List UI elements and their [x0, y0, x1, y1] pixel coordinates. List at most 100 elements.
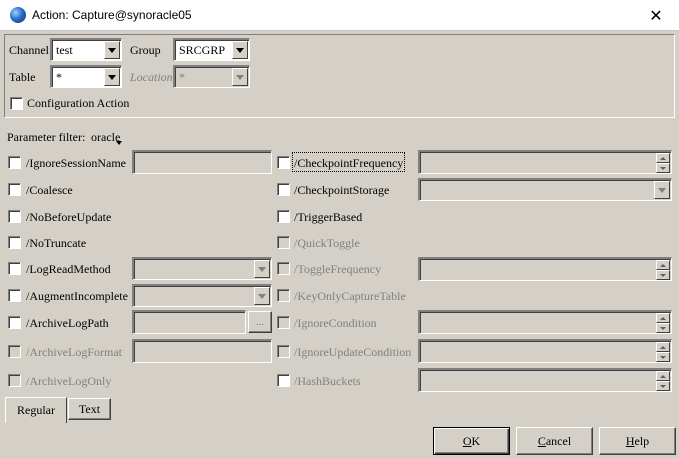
- param-label-ignoresessionname: /IgnoreSessionName: [26, 156, 126, 170]
- tab-regular[interactable]: Regular: [5, 397, 67, 423]
- ignoresessionname-input: [132, 150, 272, 174]
- togglefrequency-input: [418, 257, 672, 281]
- param-checkbox-checkpointfrequency[interactable]: [277, 156, 290, 169]
- spinner: [656, 260, 670, 280]
- param-label-checkpointstorage: /CheckpointStorage: [294, 183, 390, 197]
- close-icon[interactable]: ✕: [633, 0, 679, 31]
- archivelogpath-input: [132, 310, 246, 334]
- ok-button[interactable]: OK: [433, 427, 510, 455]
- cancel-button[interactable]: Cancel: [516, 427, 593, 455]
- param-checkbox-augmentincomplete[interactable]: [8, 289, 21, 302]
- table-select[interactable]: *: [50, 65, 122, 88]
- param-label-archivelogformat: /ArchiveLogFormat: [26, 345, 122, 359]
- help-mnemonic: H: [625, 433, 635, 448]
- param-label-archivelogpath: /ArchiveLogPath: [26, 316, 109, 330]
- param-label-keyonlycapturetable: /KeyOnlyCaptureTable: [294, 289, 406, 303]
- spinner: [656, 153, 670, 173]
- param-checkbox-ignorecondition: [277, 316, 290, 329]
- checkpointstorage-select: [418, 178, 672, 201]
- ok-mnemonic: O: [462, 433, 472, 448]
- table-value: *: [56, 70, 62, 84]
- help-button[interactable]: Help: [599, 427, 676, 455]
- group-value: SRCGRP: [179, 43, 226, 57]
- param-label-triggerbased: /TriggerBased: [294, 210, 363, 224]
- spin-up-icon: [656, 260, 670, 270]
- param-checkbox-notruncate[interactable]: [8, 236, 21, 249]
- ok-label-rest: K: [471, 433, 481, 448]
- spin-up-icon: [656, 313, 670, 323]
- chevron-down-icon: [254, 287, 270, 305]
- param-checkbox-archivelogformat: [8, 345, 21, 358]
- hashbuckets-input: [418, 368, 672, 392]
- parameter-filter-label: Parameter filter:: [7, 130, 86, 144]
- spin-down-icon: [656, 381, 670, 391]
- cancel-label-rest: ancel: [545, 433, 572, 448]
- chevron-down-icon[interactable]: [104, 68, 120, 86]
- param-label-ignorecondition: /IgnoreCondition: [294, 316, 377, 330]
- window-title: Action: Capture@synoracle05: [32, 8, 192, 22]
- param-label-nobeforeupdate: /NoBeforeUpdate: [26, 210, 112, 224]
- param-label-logreadmethod: /LogReadMethod: [26, 262, 111, 276]
- param-label-quicktoggle: /QuickToggle: [294, 236, 360, 250]
- param-checkbox-ignoresessionname[interactable]: [8, 156, 21, 169]
- param-label-ignoreupdatecondition: /IgnoreUpdateCondition: [294, 345, 412, 359]
- channel-select[interactable]: test: [50, 38, 122, 61]
- spin-down-icon: [656, 323, 670, 333]
- title-bar: Action: Capture@synoracle05 ✕: [0, 0, 679, 31]
- location-select: *: [173, 65, 250, 88]
- location-label: Location: [130, 70, 173, 84]
- spin-down-icon: [656, 352, 670, 362]
- param-label-augmentincomplete: /AugmentIncomplete: [26, 289, 128, 303]
- param-checkbox-togglefrequency: [277, 262, 290, 275]
- cancel-mnemonic: C: [537, 433, 546, 448]
- chevron-down-icon: [254, 260, 270, 278]
- spin-up-icon: [656, 153, 670, 163]
- augmentincomplete-select: [132, 284, 272, 307]
- help-label-rest: elp: [634, 433, 650, 448]
- param-checkbox-archivelogonly: [8, 374, 21, 387]
- param-checkbox-quicktoggle: [277, 236, 290, 249]
- spinner: [656, 371, 670, 391]
- checkpointfrequency-input: [418, 150, 672, 174]
- param-checkbox-keyonlycapturetable: [277, 289, 290, 302]
- param-label-coalesce: /Coalesce: [26, 183, 73, 197]
- browse-button: ...: [248, 311, 272, 333]
- configuration-action-label: Configuration Action: [27, 96, 130, 110]
- spin-up-icon: [656, 371, 670, 381]
- param-label-togglefrequency: /ToggleFrequency: [294, 262, 382, 276]
- ignorecondition-input: [418, 310, 672, 334]
- param-checkbox-ignoreupdatecondition: [277, 345, 290, 358]
- param-checkbox-nobeforeupdate[interactable]: [8, 210, 21, 223]
- tab-text[interactable]: Text: [68, 398, 111, 420]
- chevron-down-icon: [654, 181, 670, 199]
- param-label-notruncate: /NoTruncate: [26, 236, 87, 250]
- param-label-checkpointfrequency: /CheckpointFrequency: [294, 156, 404, 170]
- spin-down-icon: [656, 270, 670, 280]
- table-label: Table: [9, 70, 36, 84]
- location-value: *: [179, 70, 185, 84]
- archivelogformat-input: [132, 339, 272, 363]
- param-checkbox-checkpointstorage[interactable]: [277, 183, 290, 196]
- param-checkbox-coalesce[interactable]: [8, 183, 21, 196]
- spin-up-icon: [656, 342, 670, 352]
- group-label: Group: [130, 43, 161, 57]
- logreadmethod-select: [132, 257, 272, 280]
- filter-dropdown-icon[interactable]: [116, 141, 122, 145]
- spinner: [656, 342, 670, 362]
- param-checkbox-logreadmethod[interactable]: [8, 262, 21, 275]
- configuration-action-checkbox[interactable]: [10, 97, 23, 110]
- spin-down-icon: [656, 163, 670, 173]
- chevron-down-icon[interactable]: [104, 41, 120, 59]
- chevron-down-icon[interactable]: [232, 41, 248, 59]
- spinner: [656, 313, 670, 333]
- param-label-archivelogonly: /ArchiveLogOnly: [26, 374, 112, 388]
- ignoreupdatecondition-input: [418, 339, 672, 363]
- channel-value: test: [56, 43, 73, 57]
- app-globe-icon: [10, 7, 26, 23]
- param-checkbox-triggerbased[interactable]: [277, 210, 290, 223]
- param-checkbox-archivelogpath[interactable]: [8, 316, 21, 329]
- param-checkbox-hashbuckets[interactable]: [277, 374, 290, 387]
- chevron-down-icon: [232, 68, 248, 86]
- group-select[interactable]: SRCGRP: [173, 38, 250, 61]
- param-label-hashbuckets: /HashBuckets: [294, 374, 361, 388]
